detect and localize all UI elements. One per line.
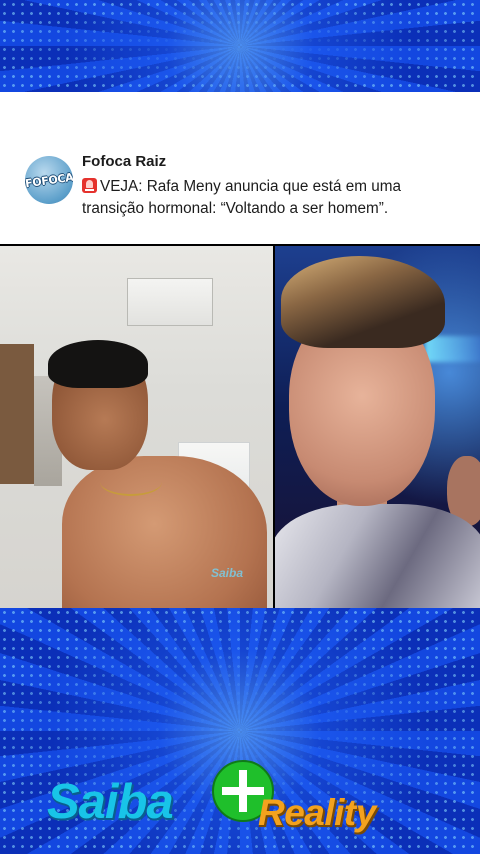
background-top-banner — [0, 0, 480, 92]
person-left-hair — [48, 340, 148, 388]
avatar-logo-text: FOFOCA — [25, 170, 73, 190]
video-right-panel — [275, 246, 480, 608]
logo-saiba-text: Saiba — [47, 775, 174, 829]
siren-icon — [82, 178, 97, 193]
video-split-screen: Saiba — [0, 244, 480, 608]
kitchen-cabinet — [0, 344, 34, 484]
saiba-reality-logo: Saiba Reality — [0, 760, 480, 840]
club-light — [425, 336, 480, 362]
person-right-shirt — [275, 504, 480, 608]
person-left-torso — [62, 456, 267, 608]
halftone-pattern — [0, 0, 480, 92]
account-name[interactable]: Fofoca Raiz — [82, 153, 166, 170]
logo-reality-text: Reality — [258, 792, 376, 833]
video-watermark: Saiba — [211, 566, 244, 580]
post-text: VEJA: Rafa Meny anuncia que está em uma … — [82, 178, 402, 217]
ceiling-vent — [127, 278, 213, 326]
person-right-hair — [281, 256, 445, 348]
necklace — [100, 468, 162, 496]
social-post-card: FOFOCA Fofoca Raiz VEJA: Rafa Meny anunc… — [0, 92, 480, 244]
video-left-panel: Saiba — [0, 246, 273, 608]
account-avatar[interactable]: FOFOCA — [25, 156, 73, 204]
post-text-block: VEJA: Rafa Meny anuncia que está em uma … — [82, 176, 462, 220]
